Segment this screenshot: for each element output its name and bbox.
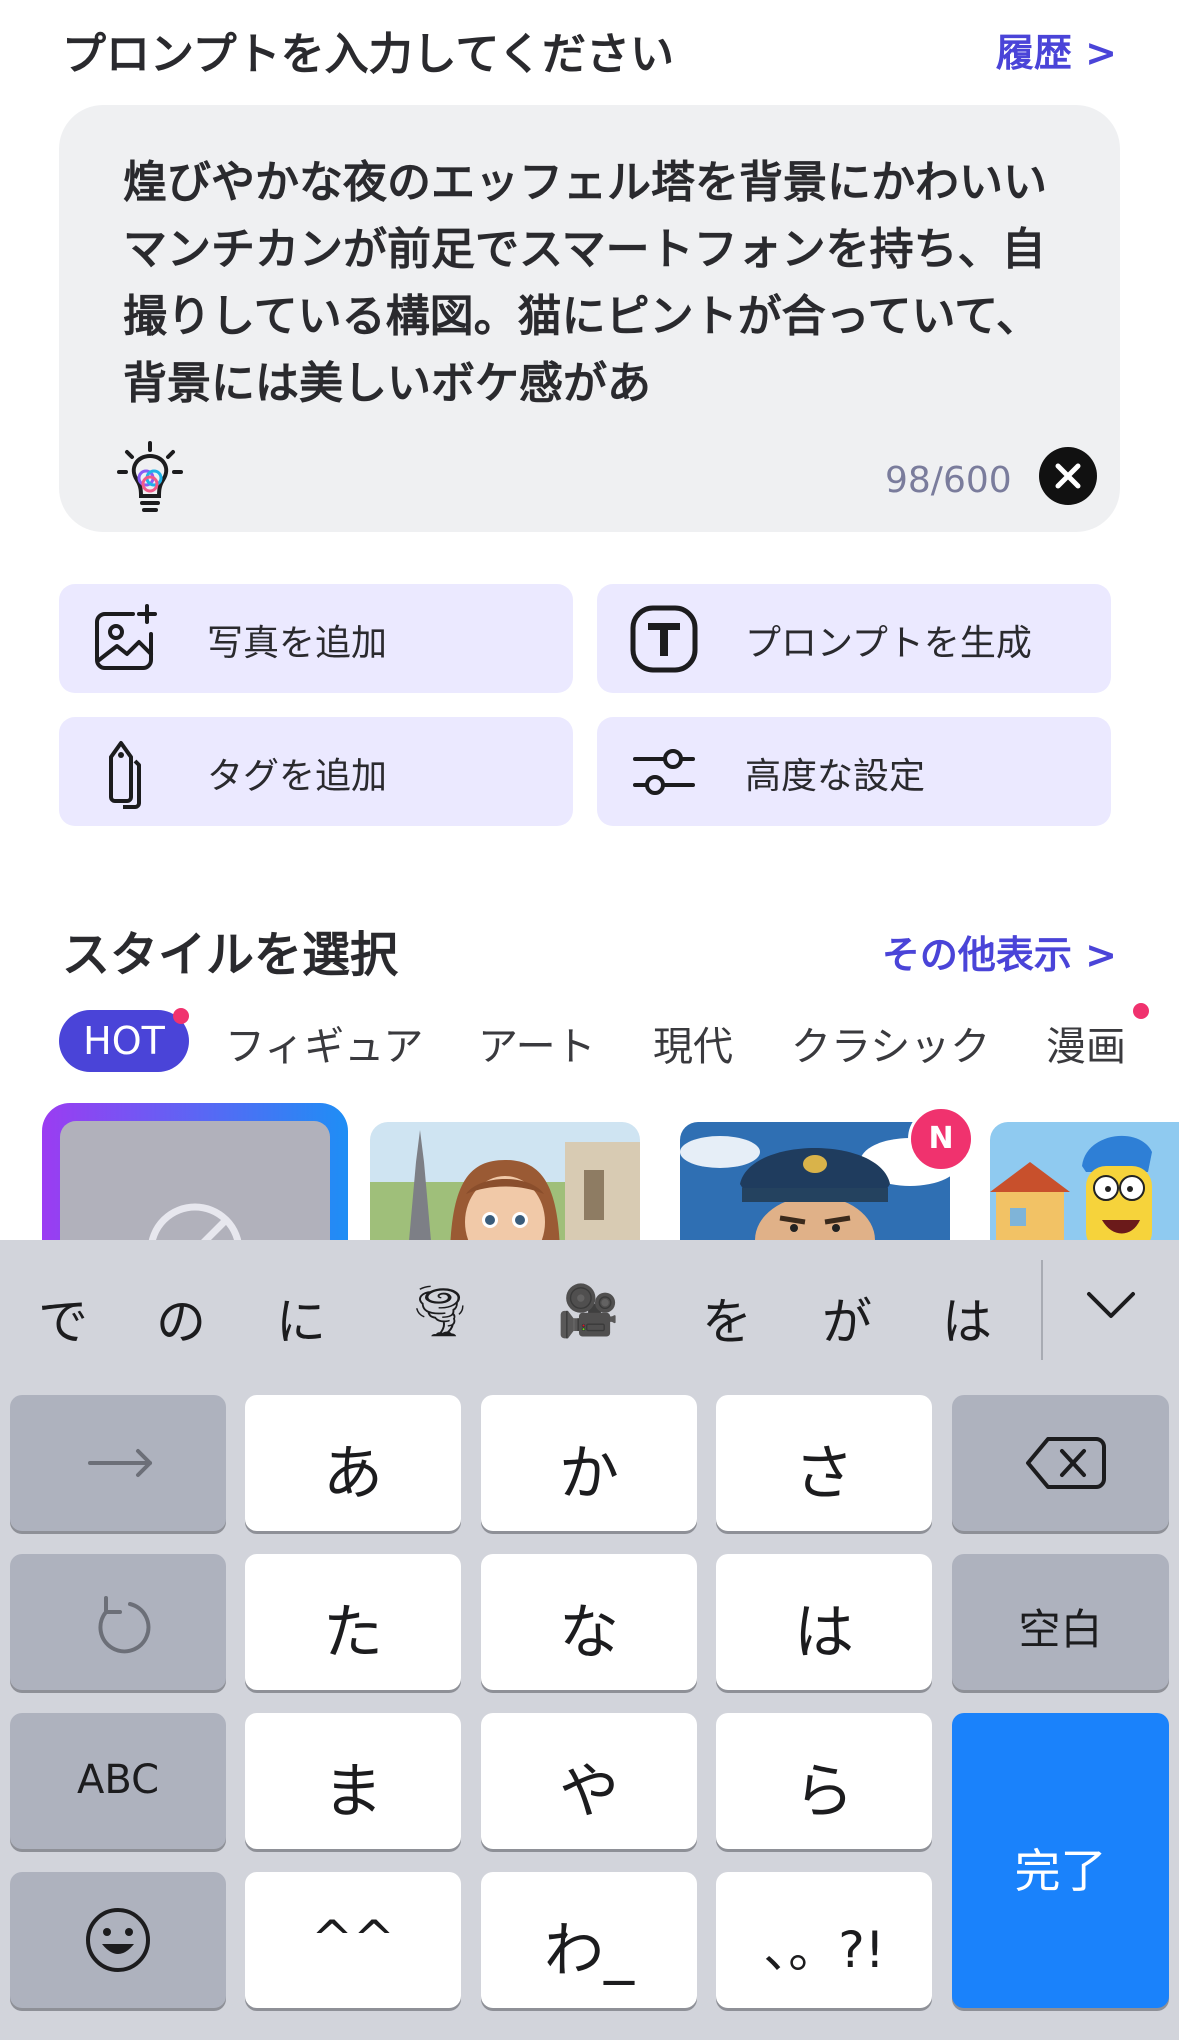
history-link[interactable]: 履歴 > [996,22,1117,77]
prompt-section-title: プロンプトを入力してください [62,29,675,80]
cartoon-style-thumbnail [990,1122,1179,1252]
kaomoji-key-label: ^^ [311,1910,395,1968]
suggestion-divider [1041,1260,1043,1360]
tab-classic[interactable]: クラシック [791,1014,990,1072]
sliders-icon [633,749,695,795]
key-a[interactable]: あ [245,1395,461,1531]
tag-icon [109,741,141,809]
key-ha[interactable]: は [716,1554,932,1690]
done-key[interactable]: 完了 [952,1713,1169,2008]
style-section-title: スタイルを選択 [62,927,399,983]
emoji-icon [86,1908,150,1972]
character-counter: 98/600 [885,460,1012,501]
space-key-label: 空白 [1018,1605,1103,1654]
key-ta[interactable]: た [245,1554,461,1690]
prompt-textarea[interactable]: 煌びやかな夜のエッフェル塔を背景にかわいいマンチカンが前足でスマートフォンを持ち… [123,149,1083,429]
key-ta-label: た [323,1598,383,1668]
backspace-icon [1026,1437,1106,1489]
tab-modern[interactable]: 現代 [653,1014,733,1072]
text-t-icon [630,605,698,673]
abc-key[interactable]: ABC [10,1713,226,1849]
notification-dot [1133,1003,1149,1019]
abc-key-label: ABC [76,1757,160,1803]
add-photo-icon [95,604,157,670]
key-ka[interactable]: か [481,1395,697,1531]
advanced-settings-label: 高度な設定 [745,756,926,797]
punctuation-key[interactable]: 、。?! [716,1872,932,2008]
add-photo-button[interactable]: 写真を追加 [59,584,573,693]
advanced-settings-button[interactable]: 高度な設定 [597,717,1111,826]
space-key[interactable]: 空白 [952,1554,1169,1690]
arrow-right-icon [88,1449,152,1477]
punctuation-key-label: 、。?! [763,1921,885,1979]
kaomoji-key[interactable]: ^^ [245,1872,461,2008]
suggestion-tornado-emoji[interactable]: 🌪 [408,1282,471,1341]
suggestion-wo[interactable]: を [702,1282,752,1354]
style-card-figure[interactable] [370,1122,640,1252]
generate-prompt-label: プロンプトを生成 [745,623,1032,664]
close-icon [1055,463,1081,489]
lightbulb-icon[interactable] [115,440,185,520]
tab-hot[interactable]: HOT [59,1010,189,1072]
key-ya[interactable]: や [481,1713,697,1849]
style-card-cartoon[interactable] [990,1122,1179,1252]
key-ra[interactable]: ら [716,1713,932,1849]
suggestion-no[interactable]: の [156,1282,206,1354]
chevron-down-icon[interactable] [1083,1286,1139,1326]
key-ma[interactable]: ま [245,1713,461,1849]
key-ma-label: ま [323,1757,383,1827]
key-na-label: な [559,1598,619,1668]
key-ka-label: か [559,1439,619,1509]
key-na[interactable]: な [481,1554,697,1690]
notification-dot [173,1008,189,1024]
add-photo-label: 写真を追加 [207,623,388,664]
key-ha-label: は [794,1598,854,1668]
undo-icon [98,1596,151,1654]
key-ya-label: や [559,1757,619,1827]
key-wa-label: わ_ [544,1916,634,1986]
prompt-input-box[interactable]: 煌びやかな夜のエッフェル塔を背景にかわいいマンチカンが前足でスマートフォンを持ち… [59,105,1120,532]
add-tag-button[interactable]: タグを追加 [59,717,573,826]
key-sa-label: さ [794,1439,854,1509]
clear-text-button[interactable] [1039,447,1097,505]
tab-manga[interactable]: 漫画 [1046,1014,1126,1072]
key-sa[interactable]: さ [716,1395,932,1531]
key-a-label: あ [323,1439,383,1509]
suggestion-ga[interactable]: が [822,1282,872,1354]
key-ra-label: ら [794,1757,854,1827]
delete-key[interactable] [952,1395,1169,1531]
figure-style-thumbnail [370,1122,640,1252]
undo-key[interactable] [10,1554,226,1690]
suggestion-camera-emoji[interactable]: 🎥 [557,1282,619,1341]
tab-art[interactable]: アート [478,1014,596,1072]
suggestion-ha[interactable]: は [942,1282,992,1354]
next-char-key[interactable] [10,1395,226,1531]
style-card-none[interactable] [42,1103,348,1261]
emoji-key[interactable] [10,1872,226,2008]
suggestion-de[interactable]: で [38,1282,88,1354]
new-badge: N [908,1106,974,1172]
tab-figure[interactable]: フィギュア [225,1014,423,1072]
add-tag-label: タグを追加 [207,756,388,797]
key-wa[interactable]: わ_ [481,1872,697,2008]
done-key-label: 完了 [1014,1844,1107,1898]
generate-prompt-button[interactable]: プロンプトを生成 [597,584,1111,693]
show-more-link[interactable]: その他表示 > [882,924,1117,979]
suggestion-ni[interactable]: に [276,1282,326,1354]
